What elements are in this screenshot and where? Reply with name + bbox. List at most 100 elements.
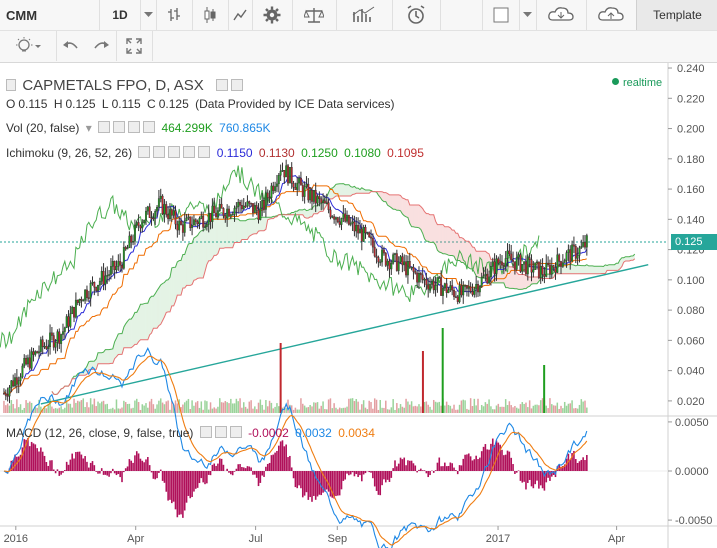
ichimoku-value-lead1: 0.1080 — [344, 146, 381, 160]
macd-histogram-bar — [265, 466, 267, 471]
candle-body — [561, 262, 564, 267]
macd-histogram-bar — [427, 471, 430, 478]
volume-bar — [19, 404, 22, 413]
eye-icon[interactable] — [199, 426, 212, 438]
settings-icon[interactable] — [113, 121, 126, 133]
volume-bar — [575, 408, 577, 413]
macd-histogram-bar — [451, 463, 453, 471]
volume-bar — [176, 403, 179, 413]
candle-body — [434, 285, 437, 291]
candle-body — [50, 332, 53, 336]
volume-bar — [551, 404, 553, 413]
candle-body — [416, 272, 419, 283]
bar-style-icon[interactable] — [156, 0, 193, 30]
cloud-load-icon[interactable] — [536, 0, 587, 30]
indicators-icon[interactable] — [336, 0, 393, 30]
candle-body — [556, 254, 559, 273]
cloud-save-icon[interactable] — [586, 0, 637, 30]
ichimoku-cloud-segment — [616, 263, 619, 271]
macd-histogram-bar — [111, 468, 114, 471]
volume-bar — [259, 399, 262, 413]
eye-icon[interactable] — [138, 146, 151, 158]
add-icon[interactable] — [128, 121, 141, 133]
candle-body — [419, 273, 422, 276]
ichimoku-cloud-segment — [144, 303, 146, 340]
macd-histogram-bar — [215, 465, 217, 471]
fullscreen-icon[interactable] — [116, 31, 153, 61]
ichimoku-cloud-segment — [520, 274, 523, 290]
balance-icon[interactable] — [292, 0, 337, 30]
legend-volume-row: Vol (20, false) ▾ 464.299K 760.865K — [6, 121, 274, 135]
candle-body — [264, 192, 267, 210]
candle-body — [191, 225, 194, 229]
volume-bar — [255, 409, 258, 413]
volume-spike — [543, 365, 546, 413]
volume-bar — [514, 406, 516, 413]
undo-icon[interactable] — [56, 31, 86, 61]
macd-histogram-bar — [416, 471, 418, 473]
timeframe-select[interactable]: 1D — [100, 0, 141, 30]
candle-body — [547, 262, 550, 266]
volume-bar — [576, 408, 579, 413]
rectangle-icon[interactable] — [482, 0, 520, 30]
macd-histogram-bar — [362, 471, 365, 475]
ichimoku-cloud-segment — [398, 194, 401, 211]
macd-histogram-bar — [423, 470, 426, 471]
candle-body — [97, 284, 99, 291]
bulb-icon[interactable] — [0, 31, 57, 61]
add-alert-icon[interactable] — [392, 0, 441, 30]
ichimoku-cloud-segment — [127, 319, 130, 348]
settings-icon[interactable] — [252, 0, 293, 30]
candle-body — [366, 232, 369, 234]
candle-body — [541, 265, 544, 275]
volume-bar — [233, 403, 236, 413]
add-icon[interactable] — [183, 146, 196, 158]
candles-icon[interactable] — [192, 0, 229, 30]
volume-bar — [128, 403, 131, 413]
candle-body — [30, 351, 33, 369]
settings-icon[interactable] — [214, 426, 227, 438]
area-style-icon[interactable] — [228, 0, 253, 30]
close-icon[interactable] — [143, 121, 156, 133]
symbol-search[interactable]: CMM — [0, 0, 100, 30]
volume-bar — [440, 405, 442, 413]
candle-body — [412, 266, 415, 272]
volume-bar — [497, 403, 500, 413]
volume-bar — [318, 408, 321, 413]
data-window-icon[interactable] — [168, 146, 181, 158]
macd-histogram-bar — [91, 461, 94, 471]
candle-body — [69, 313, 72, 327]
volume-bar — [242, 402, 245, 413]
macd-histogram-bar — [580, 459, 583, 471]
macd-histogram-bar — [438, 457, 441, 471]
macd-histogram-bar — [316, 471, 319, 497]
macd-histogram-bar — [521, 471, 524, 483]
volume-bar — [29, 401, 31, 413]
macd-value-histogram: -0.0002 — [248, 426, 289, 440]
candle-body — [548, 264, 551, 275]
volume-bar — [75, 402, 77, 413]
volume-bar — [110, 408, 112, 413]
close-icon[interactable] — [198, 146, 211, 158]
macd-histogram-bar — [244, 468, 247, 471]
eye-icon[interactable] — [98, 121, 111, 133]
volume-bar — [274, 406, 276, 413]
candle-body — [534, 262, 537, 270]
chevron-down-icon[interactable] — [518, 0, 537, 30]
volume-bar — [198, 407, 201, 413]
candle-body — [128, 235, 131, 248]
collapse-legend-icon[interactable] — [6, 79, 16, 91]
add-icon[interactable] — [229, 426, 242, 438]
chevron-down-icon[interactable] — [140, 0, 157, 30]
redo-icon[interactable] — [86, 31, 117, 61]
eye-icon[interactable] — [216, 79, 229, 91]
macd-histogram-bar — [495, 440, 498, 471]
chevron-down-icon[interactable]: ▾ — [86, 121, 92, 135]
settings-icon[interactable] — [231, 79, 244, 91]
macd-histogram-bar — [163, 471, 166, 483]
settings-icon[interactable] — [153, 146, 166, 158]
ichimoku-cloud-segment — [238, 219, 241, 243]
candle-body — [392, 254, 395, 264]
template-button[interactable]: Template — [636, 0, 717, 30]
chart-canvas[interactable]: 0.2400.2200.2000.1800.1600.1400.1200.100… — [0, 63, 717, 548]
